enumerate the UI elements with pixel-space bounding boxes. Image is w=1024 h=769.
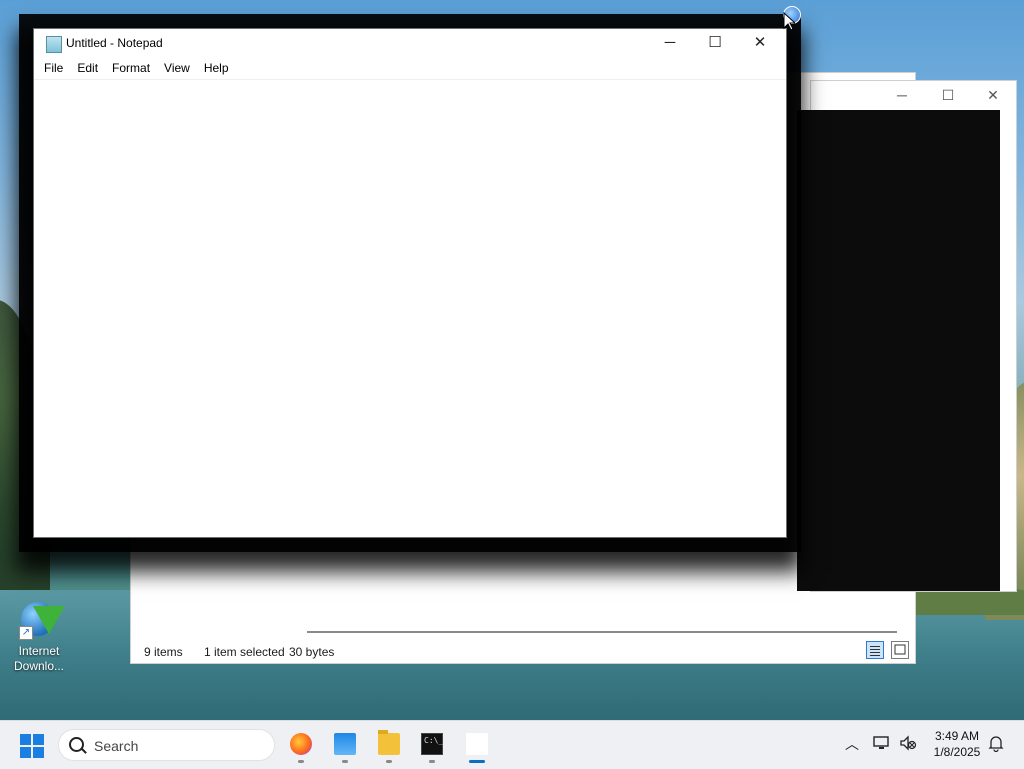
horizontal-scrollbar[interactable] [291,627,911,637]
terminal-window: ─ ☐ ✕ [797,80,1017,592]
shortcut-arrow-icon: ↗ [19,626,33,640]
explorer-icon [334,733,356,755]
notepad-icon [466,733,488,755]
start-button[interactable] [20,734,44,758]
menu-file[interactable]: File [37,57,70,79]
details-view-icon [869,646,880,656]
system-clock[interactable]: 3:49 AM 1/8/2025 [922,728,992,760]
status-bar: 9 items 1 item selected 30 bytes [131,641,915,663]
terminal-minimize-button[interactable]: ─ [879,81,925,109]
status-item-count: 9 items [144,645,183,659]
notepad-titlebar[interactable]: Untitled - Notepad ─ ☐ ✕ [34,29,786,57]
notification-bell-icon[interactable] [986,734,1006,754]
status-selected: 1 item selected [204,645,285,659]
idm-icon: ↗ [15,598,65,642]
view-switcher [862,641,909,661]
notepad-window: Untitled - Notepad ─ ☐ ✕ File Edit Format V… [33,28,787,538]
desktop-icon-label: Internet Downlo... [13,644,65,673]
desktop-icon-internet-download-manager[interactable]: ↗ Internet Downlo... [8,598,70,674]
volume-muted-icon[interactable] [899,735,919,753]
taskbar-search-box[interactable]: Search [58,729,275,761]
menu-bar: File Edit Format View Help [34,57,786,80]
folder-icon [378,730,400,755]
menu-view[interactable]: View [157,57,197,79]
firefox-icon [290,733,312,755]
status-size: 30 bytes [289,645,335,659]
maximize-button[interactable]: ☐ [692,29,738,57]
cmd-icon: C:\_ [421,733,443,755]
search-icon [69,737,84,752]
terminal-close-button[interactable]: ✕ [970,81,1016,109]
menu-help[interactable]: Help [197,57,236,79]
clock-time: 3:49 AM [934,729,980,743]
notepad-icon [46,36,62,53]
menu-format[interactable]: Format [105,57,157,79]
taskbar-file-explorer[interactable] [371,727,407,763]
taskbar-command-prompt[interactable]: C:\_ [414,727,450,763]
menu-edit[interactable]: Edit [70,57,105,79]
text-editor-area[interactable] [34,80,786,536]
show-hidden-icons-chevron-icon[interactable]: ︿ [842,734,862,754]
search-placeholder: Search [94,738,139,754]
taskbar-photos[interactable] [327,727,363,763]
minimize-button[interactable]: ─ [647,29,693,57]
taskbar: Search C:\_ ︿ 3:49 AM 1/8/2025 [0,720,1024,769]
terminal-console[interactable] [797,110,1000,591]
clock-date: 1/8/2025 [933,745,981,759]
taskbar-notepad[interactable] [459,727,495,763]
network-icon[interactable] [873,735,893,753]
taskbar-firefox[interactable] [283,727,319,763]
scrollbar-thumb[interactable] [307,631,897,633]
windows-logo-icon [20,734,31,745]
large-icons-view-button[interactable] [891,641,909,659]
close-button[interactable]: ✕ [737,29,783,57]
window-title: Untitled - Notepad [66,36,163,50]
terminal-titlebar[interactable]: ─ ☐ ✕ [811,81,1016,109]
large-icons-view-icon [894,644,906,655]
terminal-maximize-button[interactable]: ☐ [925,81,971,109]
desktop: ↗ Internet Downlo... 9 items 1 item sele… [0,0,1024,720]
details-view-button[interactable] [865,641,884,659]
